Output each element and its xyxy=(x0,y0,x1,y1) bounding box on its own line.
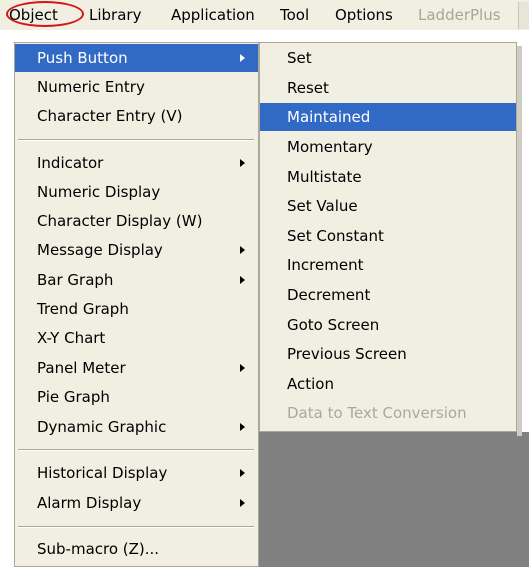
highlight-oval xyxy=(6,1,84,27)
submenu-item-multistate[interactable]: Multistate xyxy=(260,163,516,191)
submenu-item-previous-screen[interactable]: Previous Screen xyxy=(260,340,516,368)
menu-item-indicator[interactable]: Indicator xyxy=(15,149,258,177)
menu-item-pie-graph[interactable]: Pie Graph xyxy=(15,383,258,411)
menu-item-sub-macro[interactable]: Sub-macro (Z)... xyxy=(15,535,258,563)
submenu-arrow-icon xyxy=(240,276,245,284)
submenu-arrow-icon xyxy=(240,423,245,431)
menu-item-label: Message Display xyxy=(37,241,163,259)
menu-item-label: Alarm Display xyxy=(37,494,142,512)
menu-item-xy-chart[interactable]: X-Y Chart xyxy=(15,324,258,352)
menu-item-label: Historical Display xyxy=(37,464,168,482)
menu-library[interactable]: Library xyxy=(89,4,141,26)
menu-item-label: Panel Meter xyxy=(37,359,126,377)
menu-options[interactable]: Options xyxy=(335,4,393,26)
menu-item-dynamic-graphic[interactable]: Dynamic Graphic xyxy=(15,413,258,441)
menu-item-label: Push Button xyxy=(37,49,128,67)
submenu-item-data-to-text-conversion[interactable]: Data to Text Conversion xyxy=(260,399,516,427)
submenu-arrow-icon xyxy=(240,246,245,254)
submenu-item-set-constant[interactable]: Set Constant xyxy=(260,222,516,250)
menu-ladderplus[interactable]: LadderPlus xyxy=(418,4,501,26)
menu-item-character-entry[interactable]: Character Entry (V) xyxy=(15,102,258,130)
menu-item-numeric-display[interactable]: Numeric Display xyxy=(15,178,258,206)
submenu-item-decrement[interactable]: Decrement xyxy=(260,281,516,309)
submenu-shadow xyxy=(517,46,522,436)
submenu-item-momentary[interactable]: Momentary xyxy=(260,133,516,161)
menu-object[interactable]: Object xyxy=(6,1,84,27)
submenu-arrow-icon xyxy=(240,469,245,477)
menu-item-label: Indicator xyxy=(37,154,104,172)
menu-item-numeric-entry[interactable]: Numeric Entry xyxy=(15,73,258,101)
menu-item-historical-display[interactable]: Historical Display xyxy=(15,459,258,487)
menu-bar: Object Library Application Tool Options … xyxy=(0,0,529,30)
push-button-submenu: Set Reset Maintained Momentary Multistat… xyxy=(259,42,517,432)
menu-item-alarm-display[interactable]: Alarm Display xyxy=(15,489,258,517)
submenu-item-maintained[interactable]: Maintained xyxy=(260,103,516,131)
submenu-item-reset[interactable]: Reset xyxy=(260,74,516,102)
menubar-edge xyxy=(518,2,529,29)
menu-separator xyxy=(18,139,254,141)
menu-item-message-display[interactable]: Message Display xyxy=(15,236,258,264)
menu-item-label: Bar Graph xyxy=(37,271,114,289)
workspace-background xyxy=(259,432,529,567)
object-menu: Push Button Numeric Entry Character Entr… xyxy=(14,42,259,567)
menu-item-push-button[interactable]: Push Button xyxy=(15,44,258,72)
menu-item-panel-meter[interactable]: Panel Meter xyxy=(15,354,258,382)
menu-separator xyxy=(18,449,254,451)
submenu-item-goto-screen[interactable]: Goto Screen xyxy=(260,311,516,339)
menu-separator xyxy=(18,526,254,528)
submenu-item-set[interactable]: Set xyxy=(260,44,516,72)
submenu-arrow-icon xyxy=(240,499,245,507)
submenu-arrow-icon xyxy=(240,364,245,372)
submenu-item-set-value[interactable]: Set Value xyxy=(260,192,516,220)
menu-item-label: Dynamic Graphic xyxy=(37,418,167,436)
menu-item-bar-graph[interactable]: Bar Graph xyxy=(15,266,258,294)
menu-tool[interactable]: Tool xyxy=(280,4,309,26)
menu-item-trend-graph[interactable]: Trend Graph xyxy=(15,295,258,323)
menu-item-character-display[interactable]: Character Display (W) xyxy=(15,207,258,235)
submenu-item-increment[interactable]: Increment xyxy=(260,251,516,279)
menu-application[interactable]: Application xyxy=(171,4,255,26)
submenu-arrow-icon xyxy=(240,159,245,167)
submenu-item-action[interactable]: Action xyxy=(260,370,516,398)
submenu-arrow-icon xyxy=(240,54,245,62)
